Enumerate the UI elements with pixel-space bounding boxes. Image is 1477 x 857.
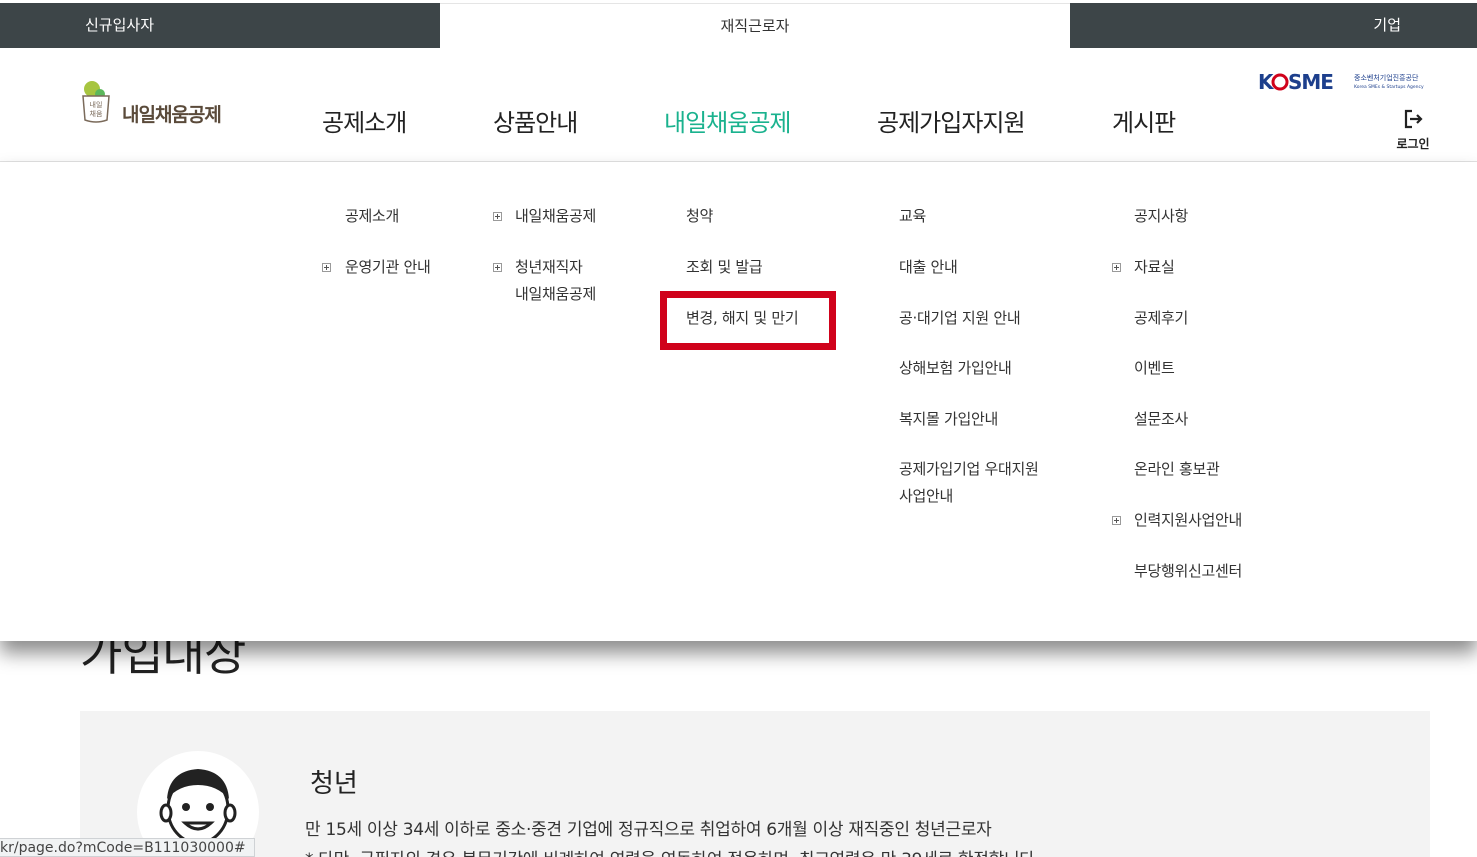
svg-text:채움: 채움 [90, 109, 103, 118]
menu-item-loan[interactable]: 대출 안내 [899, 254, 958, 281]
menu-item-report-center[interactable]: 부당행위신고센터 [1134, 558, 1242, 585]
mega-menu: 공제소개 운영기관 안내 내일채움공제 청년재직자 내일채움공제 청약 조회 및… [0, 162, 1477, 641]
kosme-logo[interactable]: K SME 중소벤처기업진흥공단 Korea SMEs & Startups A… [1258, 69, 1433, 95]
menu-item-online-pr[interactable]: 온라인 홍보관 [1134, 456, 1220, 483]
expand-icon[interactable] [322, 263, 331, 272]
menu-item-youth-worker-fund[interactable]: 내일채움공제 [515, 281, 596, 308]
login-icon [1404, 109, 1423, 129]
eligibility-card: 청년 만 15세 이상 34세 이하로 중소·중견 기업에 정규직으로 취업하여… [80, 711, 1430, 857]
logo-text: 내일채움공제 [122, 104, 222, 126]
menu-item-tomorrow-fund[interactable]: 내일채움공제 [515, 203, 596, 230]
nav-tomorrow-fund[interactable]: 내일채움공제 [664, 103, 791, 138]
expand-icon[interactable] [493, 263, 502, 272]
menu-item-operator[interactable]: 운영기관 안내 [345, 254, 431, 281]
menu-item-business-guide[interactable]: 사업안내 [899, 483, 953, 510]
tab-current-worker[interactable]: 재직근로자 [440, 3, 1070, 48]
logo-mark-icon: 내일 채움 [82, 81, 110, 123]
menu-item-hr-support[interactable]: 인력지원사업안내 [1134, 507, 1242, 534]
menu-item-education[interactable]: 교육 [899, 203, 926, 230]
expand-icon[interactable] [1112, 516, 1121, 525]
login-button[interactable]: 로그인 [1393, 108, 1433, 152]
menu-item-insurance[interactable]: 상해보험 가입안내 [899, 355, 1012, 382]
svg-text:Korea SMEs & Startups Agency: Korea SMEs & Startups Agency [1354, 84, 1424, 90]
expand-icon[interactable] [1112, 263, 1121, 272]
card-description: 만 15세 이상 34세 이하로 중소·중견 기업에 정규직으로 취업하여 6개… [305, 820, 992, 840]
menu-item-survey[interactable]: 설문조사 [1134, 406, 1188, 433]
menu-item-reviews[interactable]: 공제후기 [1134, 305, 1188, 332]
menu-item-enterprise-support[interactable]: 공·대기업 지원 안내 [899, 305, 1021, 332]
highlight-box [660, 291, 836, 350]
svg-text:SME: SME [1288, 70, 1333, 94]
menu-item-intro[interactable]: 공제소개 [345, 203, 399, 230]
card-note: * 다만, 군필자의 경우 복무기간에 비례하여 연령을 연동하여 적용하며, … [305, 845, 1040, 857]
nav-intro[interactable]: 공제소개 [322, 103, 407, 138]
menu-item-events[interactable]: 이벤트 [1134, 355, 1175, 382]
expand-icon[interactable] [493, 212, 502, 221]
nav-board[interactable]: 게시판 [1112, 103, 1176, 138]
svg-text:내일: 내일 [90, 100, 103, 109]
login-label: 로그인 [1396, 137, 1430, 151]
site-logo[interactable]: 내일 채움 내일채움공제 [80, 76, 230, 128]
kosme-logo-icon: K SME 중소벤처기업진흥공단 Korea SMEs & Startups A… [1258, 70, 1424, 94]
status-url: kr/page.do?mCode=B111030000# [0, 838, 255, 857]
menu-item-youth-worker[interactable]: 청년재직자 [515, 254, 583, 281]
menu-item-archive[interactable]: 자료실 [1134, 254, 1175, 281]
menu-item-welfare-mall[interactable]: 복지몰 가입안내 [899, 406, 998, 433]
menu-item-subscription[interactable]: 청약 [686, 203, 713, 230]
nav-products[interactable]: 상품안내 [493, 103, 578, 138]
card-title: 청년 [310, 769, 358, 799]
tab-new-hire[interactable]: 신규입사자 [0, 3, 440, 48]
menu-item-inquiry[interactable]: 조회 및 발급 [686, 254, 763, 281]
menu-item-notice[interactable]: 공지사항 [1134, 203, 1188, 230]
audience-tabs: 신규입사자 재직근로자 기업 [0, 3, 1477, 48]
svg-text:중소벤처기업진흥공단: 중소벤처기업진흥공단 [1354, 73, 1419, 82]
site-header: 내일 채움 내일채움공제 공제소개 상품안내 내일채움공제 공제가입자지원 게시… [0, 48, 1477, 162]
nav-member-support[interactable]: 공제가입자지원 [877, 103, 1026, 138]
tab-company[interactable]: 기업 [1070, 3, 1477, 48]
menu-item-preferential-support[interactable]: 공제가입기업 우대지원 [899, 456, 1039, 483]
